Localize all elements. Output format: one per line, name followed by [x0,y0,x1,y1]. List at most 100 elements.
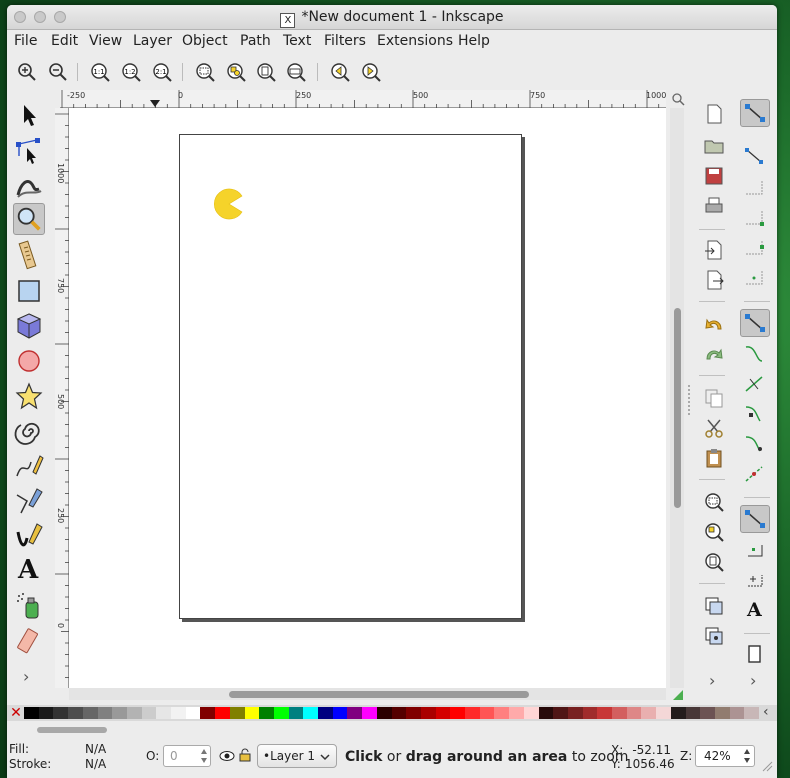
vertical-scrollbar[interactable] [670,108,684,688]
rectangle-tool[interactable] [13,275,45,307]
color-swatch[interactable] [670,707,686,719]
snap-bbox-corner-button[interactable] [740,205,770,233]
color-swatch[interactable] [582,707,598,719]
open-folder-icon[interactable] [703,135,725,157]
zoom-prev-icon[interactable] [329,61,351,83]
clone-icon[interactable] [703,625,725,647]
color-swatch[interactable] [435,707,451,719]
star-tool[interactable] [13,380,45,412]
layer-visibility-eye-icon[interactable] [219,749,235,763]
vertical-scroll-thumb[interactable] [674,308,681,508]
cut-icon[interactable] [703,417,725,439]
snap-others-button[interactable] [740,505,770,533]
color-swatch[interactable] [450,707,466,719]
snap-bbox-edge-button[interactable] [740,175,770,203]
color-swatch[interactable] [714,707,731,719]
color-swatch[interactable] [53,707,69,719]
color-swatch[interactable] [97,707,113,719]
color-swatch[interactable] [171,707,187,719]
color-swatch[interactable] [38,707,54,719]
document-page[interactable] [179,134,522,619]
redo-icon[interactable] [703,343,725,365]
color-swatch[interactable] [244,707,260,719]
color-swatch[interactable] [744,707,760,719]
eraser-tool[interactable] [13,625,45,657]
menu-help[interactable]: Help [458,33,490,49]
color-swatch[interactable] [126,707,143,719]
horizontal-scrollbar[interactable] [69,688,666,700]
menu-path[interactable]: Path [240,33,271,49]
copy-icon[interactable] [703,387,725,409]
resize-grip-icon[interactable] [761,760,773,772]
no-paint-swatch[interactable]: ✕ [9,705,23,721]
measure-tool[interactable] [13,239,45,271]
undo-icon[interactable] [703,313,725,335]
color-swatch[interactable] [641,707,657,719]
color-swatch[interactable] [479,707,495,719]
snap-object-centers-button[interactable] [740,537,770,565]
drawing-canvas[interactable] [69,108,666,688]
color-swatch[interactable] [465,707,481,719]
color-swatch[interactable] [523,707,539,719]
snap-more-button[interactable]: › [750,671,756,690]
zoom-1-2-icon[interactable]: 1:2 [120,61,142,83]
print-icon[interactable] [703,195,725,217]
color-swatch[interactable] [626,707,642,719]
color-swatch[interactable] [538,707,554,719]
palette-scroll-button[interactable]: ‹ [763,704,769,720]
color-swatch[interactable] [656,707,672,719]
color-swatch[interactable] [332,707,348,719]
color-swatch[interactable] [112,707,128,719]
snap-toggle-button[interactable] [740,99,770,127]
zoom-page-panel-icon[interactable] [703,551,725,573]
menu-filters[interactable]: Filters [324,33,366,49]
toolbox-more-button[interactable]: › [23,667,29,686]
snap-intersections-button[interactable] [740,371,770,399]
color-swatch[interactable] [273,707,290,719]
color-swatch[interactable] [347,707,363,719]
snap-page-border-button[interactable] [740,641,770,669]
duplicate-icon[interactable] [703,595,725,617]
color-swatch[interactable] [68,707,84,719]
node-tool[interactable] [13,134,45,166]
snap-nodes-button[interactable] [740,309,770,337]
zoom-page-icon[interactable] [255,61,277,83]
snap-text-baseline-button[interactable]: A [740,597,770,625]
zoom-corner-icon[interactable] [671,92,685,106]
zoom-tool[interactable] [13,203,45,235]
color-swatch[interactable] [420,707,437,719]
import-icon[interactable] [703,239,725,261]
color-swatch[interactable] [553,707,569,719]
text-tool[interactable]: A [13,555,45,587]
color-swatch[interactable] [685,707,701,719]
panel-grip[interactable] [688,385,690,415]
color-swatch[interactable] [82,707,98,719]
spray-tool[interactable] [13,590,45,622]
zoom-drawing-panel-icon[interactable] [703,521,725,543]
color-swatch[interactable] [156,707,172,719]
selector-tool[interactable] [13,99,45,131]
horizontal-scroll-thumb[interactable] [229,691,529,698]
export-icon[interactable] [703,269,725,291]
color-swatch[interactable] [288,707,304,719]
commands-more-button[interactable]: › [709,671,715,690]
snap-smooth-nodes-button[interactable] [740,431,770,459]
menu-view[interactable]: View [89,33,122,49]
color-swatch[interactable] [509,707,525,719]
color-swatch[interactable] [597,707,613,719]
color-swatch[interactable] [391,707,407,719]
color-swatch[interactable] [494,707,510,719]
color-swatch[interactable] [24,707,40,719]
color-swatch[interactable] [729,707,745,719]
color-swatch[interactable] [406,707,422,719]
color-swatch[interactable] [200,707,216,719]
zoom-selection-panel-icon[interactable] [703,491,725,513]
3d-box-tool[interactable] [13,310,45,342]
menu-layer[interactable]: Layer [133,33,172,49]
menu-file[interactable]: File [14,33,37,49]
zoom-in-icon[interactable] [16,61,38,83]
snap-midpoints-button[interactable] [740,461,770,489]
palette-scrollbar[interactable] [37,727,107,733]
zoom-1-1-icon[interactable]: 1:1 [89,61,111,83]
spiral-tool[interactable] [13,415,45,447]
